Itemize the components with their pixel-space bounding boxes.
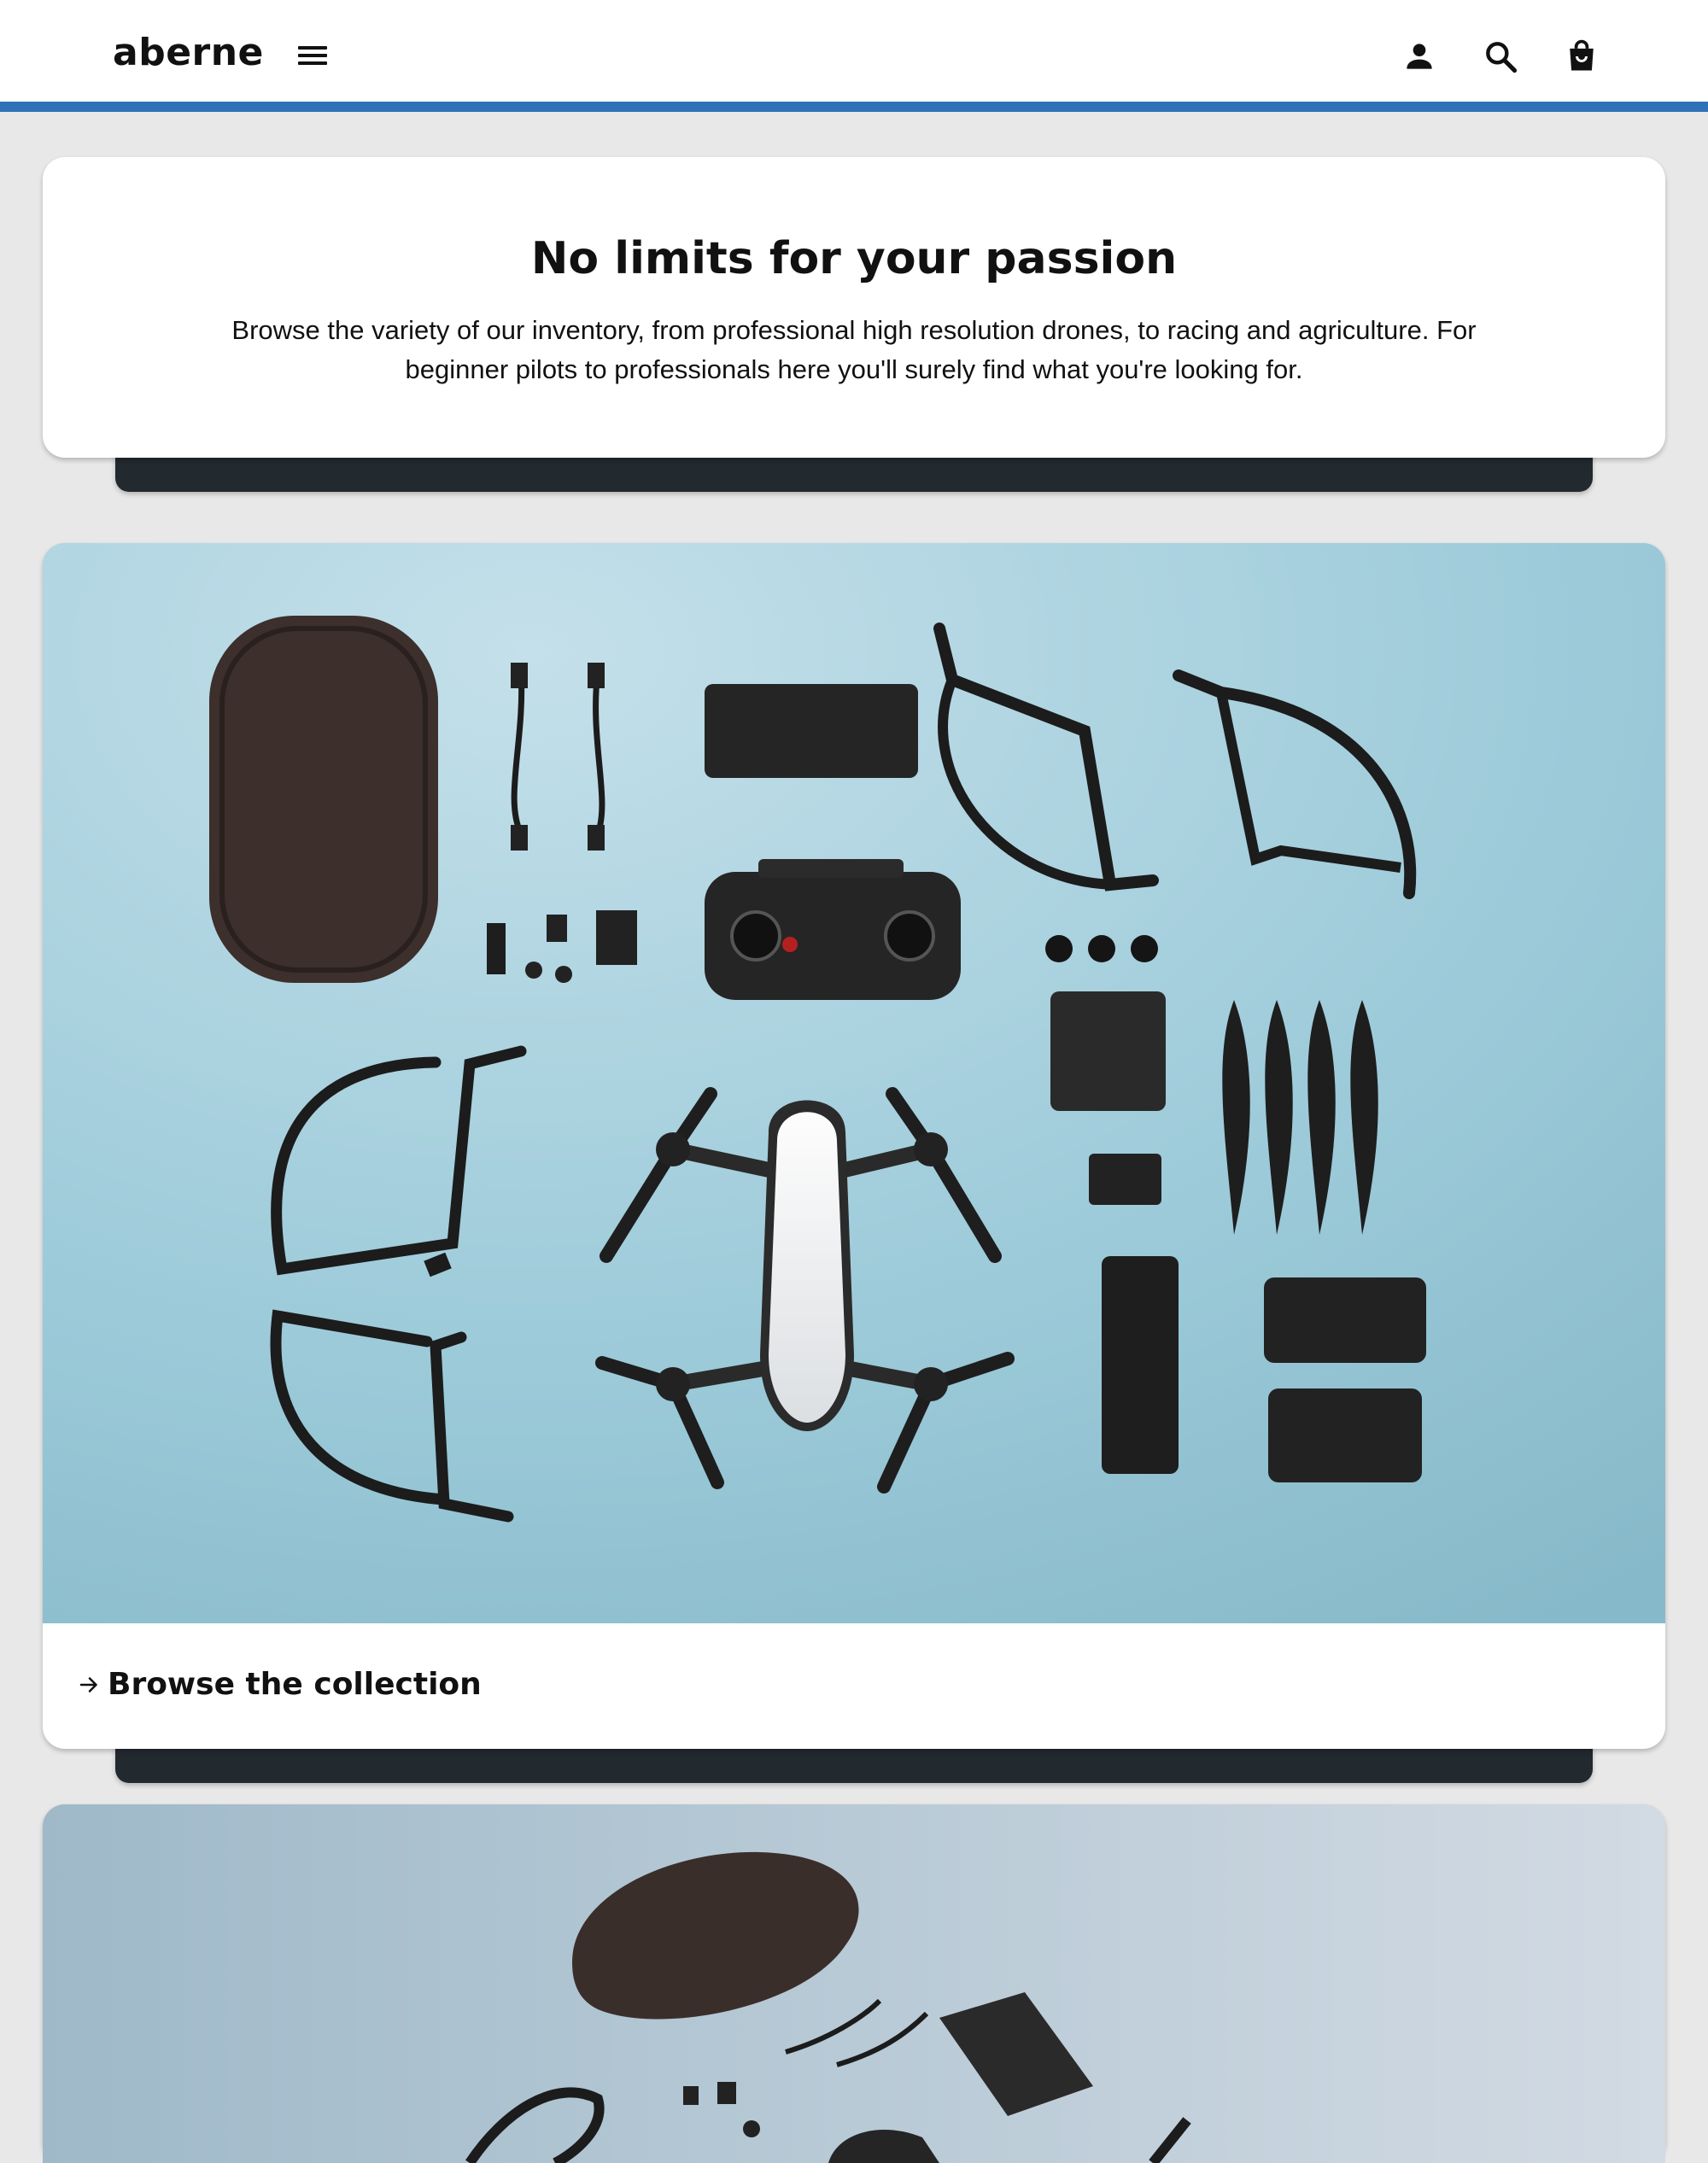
cart-icon[interactable] [1563,38,1600,75]
site-header: aberne [0,0,1708,112]
drone-kit-angled-photo[interactable] [43,1804,1665,2163]
search-icon[interactable] [1482,38,1519,75]
drone-kit-photo[interactable] [43,543,1665,1623]
account-icon[interactable] [1401,38,1438,75]
hero-title: No limits for your passion [530,233,1178,284]
drone-kit-angled-illustration [43,1804,1665,2163]
collection-card[interactable]: Browse the collection [43,543,1665,1749]
second-product-card[interactable] [43,1804,1665,2163]
brand-logo[interactable]: aberne [113,31,264,74]
menu-icon[interactable] [295,43,330,72]
browse-collection-link[interactable]: Browse the collection [77,1667,482,1702]
arrow-right-icon [77,1672,102,1698]
browse-collection-label: Browse the collection [108,1667,482,1702]
drone-kit-illustration [43,543,1665,1623]
hero-card: No limits for your passion Browse the va… [43,157,1665,458]
hero-description: Browse the variety of our inventory, fro… [231,315,1477,384]
